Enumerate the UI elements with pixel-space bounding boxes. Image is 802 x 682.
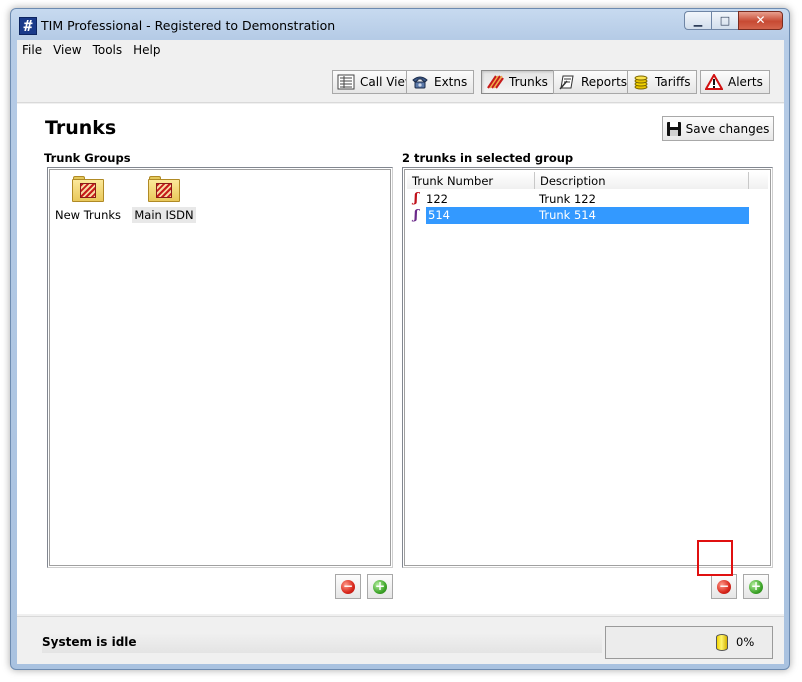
trunks-list[interactable]: Trunk Number Description ʃ 122 Trunk 122 <box>404 169 771 566</box>
status-progress-box: 0% <box>605 626 773 659</box>
table-row[interactable]: ʃ 122 Trunk 122 <box>407 190 749 207</box>
status-text: System is idle <box>42 633 602 653</box>
extns-button[interactable]: Extns <box>406 70 475 94</box>
extns-label: Extns <box>434 75 468 89</box>
toolbar: Call View Extns Trunks Reports Tariffs A… <box>17 60 784 103</box>
group-label: New Trunks <box>54 208 122 222</box>
reports-button[interactable]: Reports <box>553 70 635 94</box>
group-item-main-isdn[interactable]: Main ISDN <box>128 176 200 223</box>
alerts-button[interactable]: Alerts <box>700 70 770 94</box>
database-icon <box>716 634 728 651</box>
menu-bar: File View Tools Help <box>17 40 784 60</box>
plus-icon: + <box>373 578 387 594</box>
remove-trunk-highlight <box>697 540 733 576</box>
page-title: Trunks <box>45 117 117 139</box>
reports-icon <box>559 75 574 90</box>
menu-file[interactable]: File <box>17 40 48 60</box>
app-icon: # <box>19 17 37 35</box>
group-item-new-trunks[interactable]: New Trunks <box>52 176 124 223</box>
floppy-disk-icon <box>666 121 681 136</box>
tariffs-label: Tariffs <box>655 75 691 89</box>
add-trunk-button[interactable]: + <box>743 574 769 599</box>
column-trunk-number[interactable]: Trunk Number <box>407 172 535 189</box>
progress-percent: 0% <box>736 635 755 649</box>
reports-label: Reports <box>581 75 628 89</box>
table-row[interactable]: ʃ 514 Trunk 514 <box>407 207 749 224</box>
call-view-icon <box>337 74 355 90</box>
minus-icon: − <box>341 578 355 594</box>
minimize-button[interactable]: ▁ <box>684 11 711 30</box>
coins-icon <box>634 75 648 90</box>
title-bar[interactable]: # TIM Professional - Registered to Demon… <box>11 9 789 41</box>
menu-help[interactable]: Help <box>128 40 166 60</box>
header-filler <box>749 172 768 189</box>
phone-icon <box>412 76 428 89</box>
menu-tools[interactable]: Tools <box>88 40 129 60</box>
trunks-icon <box>487 75 504 89</box>
trunk-number: 514 <box>426 207 534 224</box>
plus-icon: + <box>749 578 763 594</box>
trunk-description: Trunk 514 <box>534 207 749 224</box>
list-header: Trunk Number Description <box>407 172 749 189</box>
window-controls: ▁ □ ✕ <box>684 11 783 30</box>
add-group-button[interactable]: + <box>367 574 393 599</box>
maximize-button[interactable]: □ <box>711 11 738 30</box>
trunk-groups-panel: New Trunks Main ISDN <box>47 167 393 568</box>
close-button[interactable]: ✕ <box>738 11 783 30</box>
trunks-count-heading: 2 trunks in selected group <box>402 151 574 165</box>
trunks-page: Trunks Save changes Trunk Groups 2 trunk… <box>17 104 784 614</box>
remove-trunk-button[interactable]: − <box>711 574 737 599</box>
save-changes-label: Save changes <box>685 121 770 136</box>
alerts-label: Alerts <box>728 75 763 89</box>
window-title: TIM Professional - Registered to Demonst… <box>41 18 336 33</box>
app-window: # TIM Professional - Registered to Demon… <box>10 8 790 670</box>
trunk-folder-icon <box>72 176 104 202</box>
trunk-description: Trunk 122 <box>539 191 596 206</box>
save-changes-button[interactable]: Save changes <box>662 116 774 141</box>
status-bar: System is idle 0% <box>17 616 784 664</box>
trunk-folder-icon <box>148 176 180 202</box>
minus-icon: − <box>717 578 731 594</box>
trunk-icon: ʃ <box>413 190 419 206</box>
trunk-groups-heading: Trunk Groups <box>44 151 131 165</box>
trunk-number: 122 <box>426 191 448 206</box>
tariffs-button[interactable]: Tariffs <box>627 70 698 94</box>
column-description[interactable]: Description <box>535 172 749 189</box>
warning-icon <box>705 74 723 90</box>
trunk-icon: ʃ <box>413 207 419 223</box>
trunks-label: Trunks <box>509 75 548 89</box>
client-area: File View Tools Help Call View Extns Tru… <box>17 40 784 664</box>
group-label: Main ISDN <box>132 207 196 223</box>
remove-group-button[interactable]: − <box>335 574 361 599</box>
menu-view[interactable]: View <box>48 40 87 60</box>
trunks-panel: Trunk Number Description ʃ 122 Trunk 122 <box>402 167 773 568</box>
trunk-groups-list[interactable]: New Trunks Main ISDN <box>49 169 391 566</box>
trunks-button[interactable]: Trunks <box>481 70 555 94</box>
